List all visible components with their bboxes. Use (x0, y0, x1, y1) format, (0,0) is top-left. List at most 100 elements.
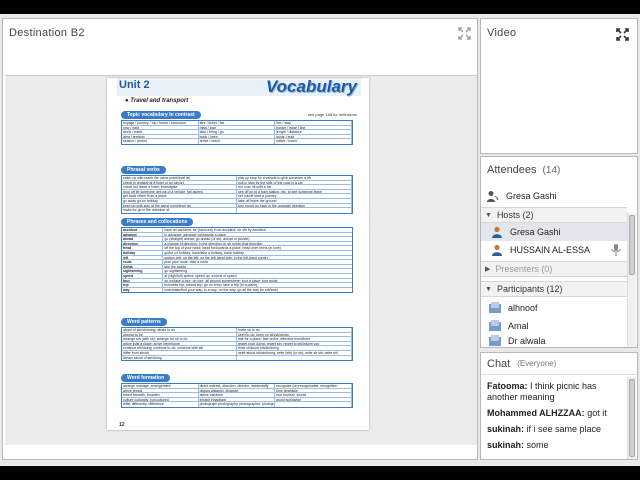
table-cell: way (122, 287, 164, 293)
table-cell: differ differently, difference (122, 402, 199, 407)
table-cell: arrive in/at a place; arrive here/home (122, 341, 237, 346)
table-cell: arrange manage, arrangement (122, 384, 199, 388)
section-table: afraid of sth/sb/doing; afraid to do invi… (121, 327, 353, 362)
chat-scrollbar[interactable] (627, 377, 636, 459)
table-cell: holiday (122, 250, 164, 255)
chat-text: got it (587, 408, 607, 418)
chat-sender: Mohammed ALHZZAA: (487, 408, 585, 418)
unit-label: Unit 2 (119, 79, 150, 91)
participant-row[interactable]: alhnoof (481, 299, 627, 317)
section-label: Phrasal verbs (121, 166, 166, 174)
presenters-group-label: Presenters (0) (495, 264, 553, 274)
table-cell: go sightseeing (164, 269, 187, 273)
chat-header: Chat (Everyone) (481, 353, 637, 375)
table-cell: time timetable (275, 388, 352, 393)
topic-text: Travel and transport (130, 98, 189, 104)
triangle-icon: ▼ (485, 211, 492, 219)
table-cell: pull in stop by the side of the road in … (237, 180, 352, 185)
table-cell: invite sb to do (237, 328, 352, 332)
table-cell: speed (122, 273, 164, 278)
document-viewer[interactable]: Unit 2 Vocabulary ● Travel and transport… (5, 75, 477, 445)
chat-message: sukinah: if i see same place (487, 424, 621, 435)
table-cell: arrive arrival (122, 388, 199, 393)
maximize-icon[interactable] (616, 28, 629, 41)
table-cell: see off go to a train station, etc. to s… (237, 189, 352, 194)
participant-name: alhnoof (508, 303, 538, 313)
participant-name: Amal (508, 321, 529, 331)
table-cell: think of/about sth/sb/doing (237, 346, 352, 350)
table-cell: continue sth/doing; continue to do; cont… (122, 346, 237, 350)
table-cell: go/be on holiday; have/take a holiday; b… (164, 250, 244, 255)
table-cell: distant distantly, distance (199, 388, 276, 393)
table-cell: late for a place; late on/for; effective… (237, 337, 352, 341)
microphone-icon (611, 244, 621, 256)
section-label: Word patterns (121, 318, 167, 326)
table-cell: go on/take a tour; on tour; all around s… (164, 278, 278, 283)
table-cell: check out leave a hotel; investigate (122, 185, 237, 189)
table-cell: appear to be (122, 332, 237, 337)
table-cell: native / home (275, 139, 352, 144)
table-cell: go away go on holiday (122, 198, 237, 203)
attendees-scrollbar[interactable] (627, 213, 636, 347)
participant-icon (489, 320, 501, 331)
participants-group-label: Participants (12) (496, 284, 563, 294)
table-cell: catch up with reach the same point/level… (122, 176, 237, 180)
document-pod: Destination B2 Unit 2 Vocabulary ● Trave… (2, 18, 478, 460)
table-cell: afraid of sth/sb/doing; afraid to do (122, 328, 237, 332)
host-row[interactable]: Gresa Gashi (481, 223, 627, 241)
section-table: voyage / journey / trip / travel / excur… (121, 120, 353, 145)
table-cell (275, 402, 352, 407)
table-cell: get back return from a place (122, 194, 237, 198)
chat-messages: Fatooma: I think picnic has another mean… (487, 381, 621, 456)
scrollbar-thumb[interactable] (629, 379, 635, 457)
table-cell: length / distance (275, 130, 352, 134)
table-cell: keen to do; keen on sth/sb/doing (237, 332, 352, 337)
triangle-icon: ▼ (485, 285, 492, 293)
section-table: arrange manage, arrangement direct indire… (121, 383, 353, 408)
table-cell: photograph photography, photographer, ph… (199, 402, 276, 407)
see-page-note: see page 166 for definitions (307, 112, 357, 117)
table-cell: write about sth/sb/doing; write (sth) (t… (237, 350, 352, 355)
table-cell: recognise (un)recognisable, recognition (275, 384, 352, 388)
table-cell: new / right (122, 125, 199, 130)
table-cell: sightseeing (122, 269, 164, 273)
table-cell: check in register at a hotel or an airpo… (122, 180, 237, 185)
table-cell: culture culturally, (un)cultured (122, 397, 199, 402)
attendees-count: (14) (542, 164, 561, 176)
participant-row[interactable]: Amal (481, 317, 627, 335)
hosts-group-label: Hosts (2) (496, 210, 534, 220)
document-page: Unit 2 Vocabulary ● Travel and transport… (107, 78, 369, 430)
participants-group-header[interactable]: ▼ Participants (12) (481, 281, 627, 297)
attendees-pod: Attendees (14) Gresa Gashi ▼ Hosts (2) G… (480, 156, 638, 348)
document-pod-title: Destination B2 (9, 27, 85, 39)
table-cell: guide / lead (275, 134, 352, 139)
video-pod: Video (480, 18, 638, 154)
table-cell: regret (not) doing; regret sth; regret t… (237, 341, 352, 346)
table-cell: book / keep (199, 134, 276, 139)
host-name: Gresa Gashi (510, 227, 561, 237)
table-cell: take / bring / go (199, 130, 276, 134)
table-cell: go (straight) ahead; go ahead (of sb); a… (164, 237, 250, 241)
maximize-icon[interactable] (458, 27, 471, 40)
participant-row[interactable]: Dr alwala (481, 334, 627, 348)
table-cell: inhabit inhabitant (199, 397, 276, 402)
table-cell (237, 208, 352, 213)
current-user-row[interactable]: Gresa Gashi (481, 187, 627, 205)
chat-audience: (Everyone) (517, 359, 557, 368)
presenters-group-header[interactable]: ▶ Presenters (0) (481, 261, 627, 277)
chat-message: Mohammed ALHZZAA: got it (487, 408, 621, 419)
chat-sender: sukinah: (487, 440, 525, 450)
table-cell: season / period (122, 139, 199, 144)
table-cell: area / territory (122, 134, 199, 139)
chat-title: Chat (487, 357, 511, 370)
chat-message: Fatooma: I think picnic has another mean… (487, 381, 621, 403)
host-row[interactable]: HUSSAIN AL-ESSA (481, 241, 627, 259)
table-cell: arrive / reach (199, 139, 276, 144)
table-cell: left (122, 255, 164, 260)
hosts-group-header[interactable]: ▼ Hosts (2) (481, 207, 627, 223)
chat-text: if i see same place (526, 424, 602, 434)
table-cell: miss / lose (199, 125, 276, 130)
scrollbar-thumb[interactable] (629, 215, 635, 275)
table-cell: business trip; school trip; go on a trip… (164, 283, 258, 287)
host-icon (492, 226, 502, 238)
